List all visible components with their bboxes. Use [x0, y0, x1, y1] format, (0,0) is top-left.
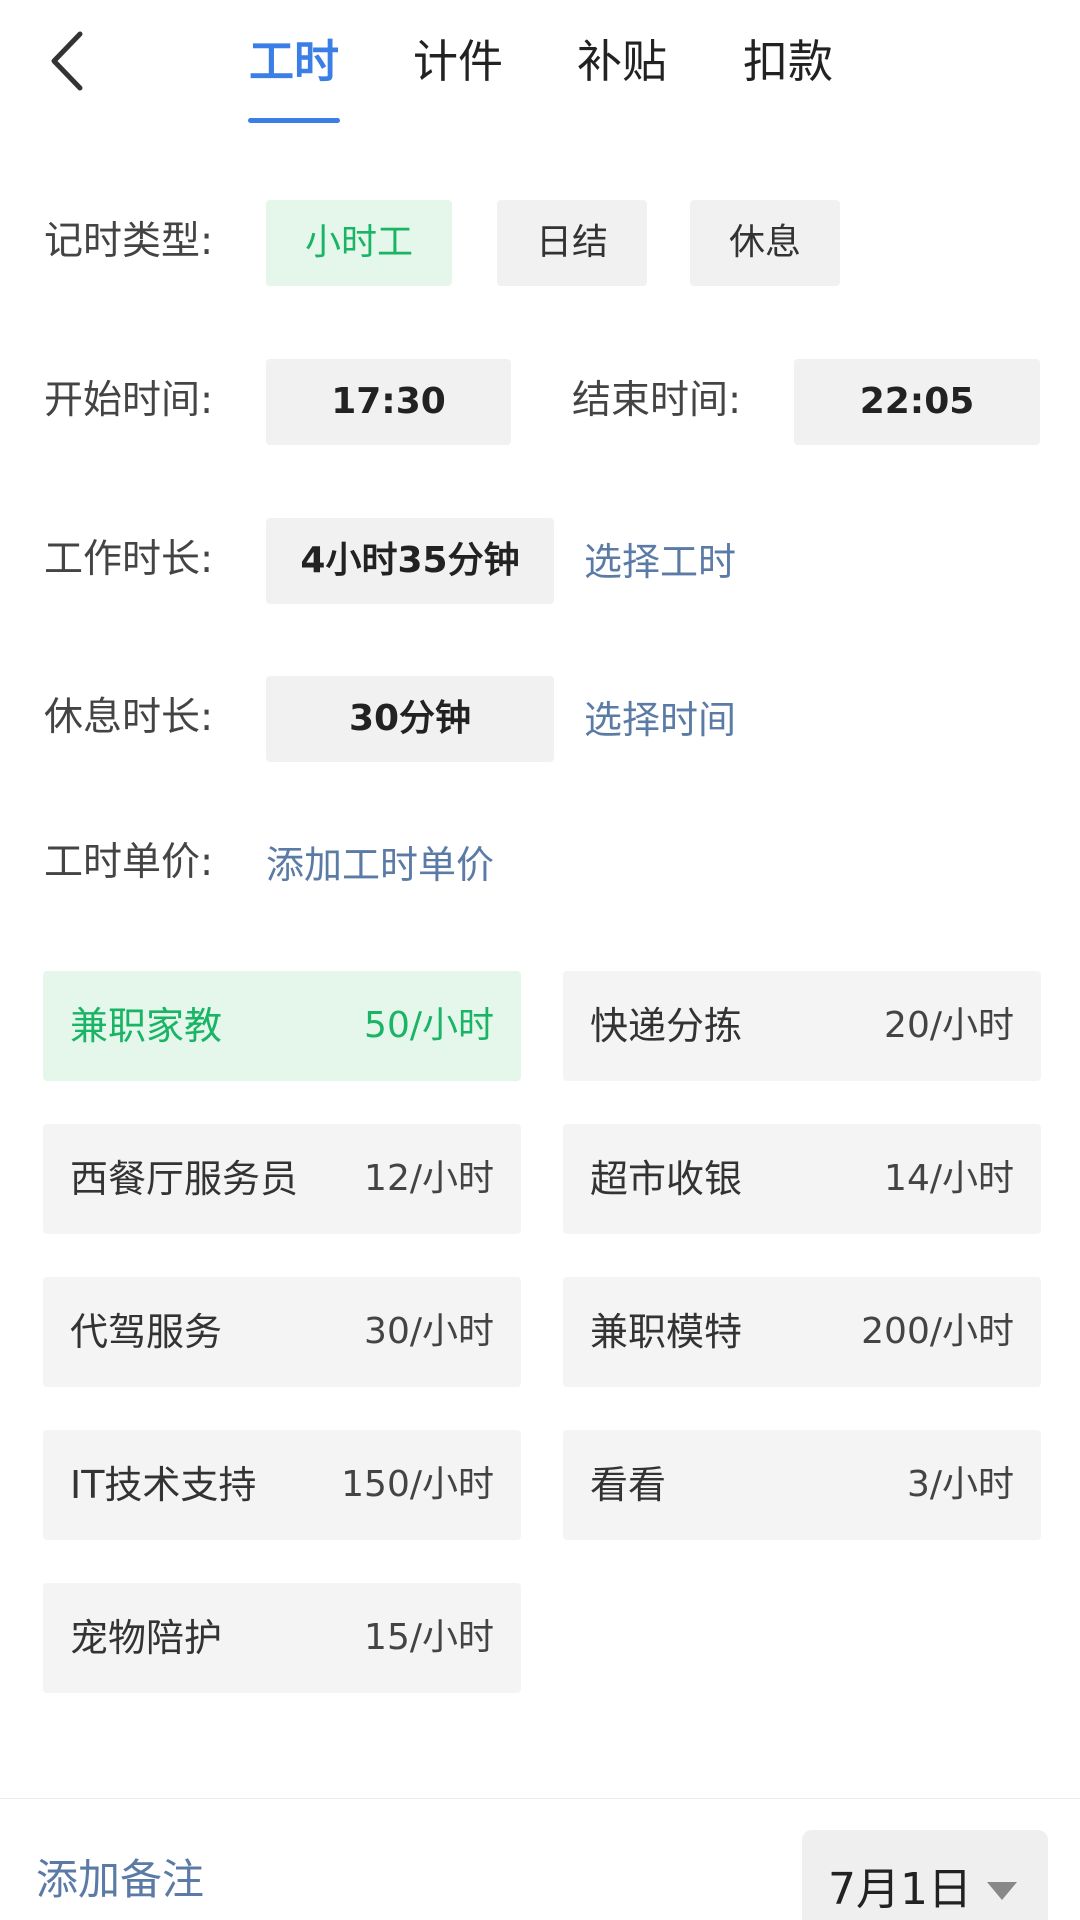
price-item[interactable]: 西餐厅服务员 12/小时 — [43, 1124, 521, 1234]
price-item[interactable]: 快递分拣 20/小时 — [563, 971, 1041, 1081]
work-duration-label: 工作时长: — [44, 537, 214, 582]
add-note-link[interactable]: 添加备注 — [36, 1852, 204, 1908]
price-item[interactable]: 兼职家教 50/小时 — [43, 971, 521, 1081]
header-tabs: 工时 计件 补贴 扣款 — [0, 0, 1080, 130]
price-item-rate: 12/小时 — [364, 1158, 494, 1199]
unit-price-label: 工时单价: — [44, 840, 214, 885]
add-unit-price-link[interactable]: 添加工时单价 — [266, 840, 494, 890]
work-duration-field[interactable]: 4小时35分钟 — [266, 518, 554, 604]
record-type-rest[interactable]: 休息 — [690, 200, 840, 286]
price-item-name: 兼职家教 — [70, 1004, 223, 1048]
select-work-hours-link[interactable]: 选择工时 — [584, 537, 736, 587]
price-item-name: 快递分拣 — [590, 1004, 743, 1048]
tab-piecework[interactable]: 计件 — [412, 30, 504, 94]
price-item-name: 兼职模特 — [590, 1310, 743, 1354]
tab-deduction[interactable]: 扣款 — [742, 30, 834, 94]
tab-subsidy[interactable]: 补贴 — [576, 30, 668, 94]
price-item-rate: 14/小时 — [884, 1158, 1014, 1199]
start-time-label: 开始时间: — [44, 378, 214, 423]
record-type-hourly[interactable]: 小时工 — [266, 200, 452, 286]
price-item-rate: 200/小时 — [861, 1311, 1014, 1352]
caret-down-icon — [987, 1882, 1017, 1900]
back-button[interactable] — [44, 26, 94, 96]
price-item-rate: 50/小时 — [364, 1005, 494, 1046]
price-item-name: 宠物陪护 — [70, 1616, 223, 1660]
price-item-name: 看看 — [590, 1463, 667, 1507]
rest-duration-field[interactable]: 30分钟 — [266, 676, 554, 762]
price-item-name: 超市收银 — [590, 1157, 743, 1201]
price-item[interactable]: 看看 3/小时 — [563, 1430, 1041, 1540]
date-selector[interactable]: 7月1日 — [802, 1830, 1048, 1920]
active-tab-indicator — [248, 118, 340, 123]
price-item-name: IT技术支持 — [70, 1463, 257, 1507]
record-type-label: 记时类型: — [44, 219, 214, 264]
price-item-rate: 30/小时 — [364, 1311, 494, 1352]
price-item[interactable]: 代驾服务 30/小时 — [43, 1277, 521, 1387]
footer-divider — [0, 1798, 1080, 1799]
price-item-rate: 150/小时 — [341, 1464, 494, 1505]
select-rest-time-link[interactable]: 选择时间 — [584, 695, 736, 745]
price-item[interactable]: IT技术支持 150/小时 — [43, 1430, 521, 1540]
price-item[interactable]: 超市收银 14/小时 — [563, 1124, 1041, 1234]
date-value: 7月1日 — [828, 1864, 972, 1915]
price-item[interactable]: 兼职模特 200/小时 — [563, 1277, 1041, 1387]
chevron-left-icon — [51, 31, 83, 91]
work-hours-page: 工时 计件 补贴 扣款 记时类型: 小时工 日结 休息 开始时间: 17:30 … — [0, 0, 1080, 1920]
end-time-field[interactable]: 22:05 — [794, 359, 1040, 445]
price-item-name: 西餐厅服务员 — [70, 1157, 299, 1201]
price-item-rate: 15/小时 — [364, 1617, 494, 1658]
record-type-daily[interactable]: 日结 — [497, 200, 647, 286]
price-item-rate: 3/小时 — [906, 1464, 1014, 1505]
end-time-label: 结束时间: — [572, 378, 742, 423]
price-item-name: 代驾服务 — [70, 1310, 223, 1354]
price-item[interactable]: 宠物陪护 15/小时 — [43, 1583, 521, 1693]
tab-work-hours[interactable]: 工时 — [248, 30, 340, 94]
start-time-field[interactable]: 17:30 — [266, 359, 511, 445]
rest-duration-label: 休息时长: — [44, 695, 214, 740]
price-item-rate: 20/小时 — [884, 1005, 1014, 1046]
